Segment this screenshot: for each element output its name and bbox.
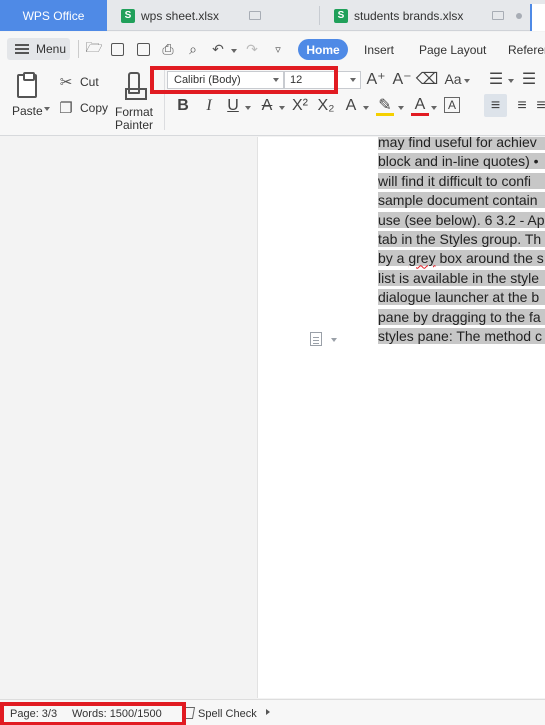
spell-check-menu-arrow-icon[interactable]	[266, 709, 270, 715]
paragraph-layout-dropdown-caret[interactable]	[331, 338, 337, 342]
export-pdf-icon[interactable]	[137, 43, 150, 56]
format-painter-label-2: Painter	[115, 118, 154, 132]
active-document-tab-edge[interactable]	[530, 4, 545, 31]
title-tab-bar: WPS Office S wps sheet.xlsx S students b…	[0, 0, 545, 31]
subscript-icon[interactable]: X₂	[316, 96, 336, 116]
format-painter-icon	[125, 72, 148, 100]
superscript-icon[interactable]: X²	[290, 96, 310, 116]
change-case-dropdown-caret[interactable]	[464, 79, 470, 83]
monitor-icon[interactable]	[492, 11, 505, 20]
document-line: sample document contain	[378, 191, 545, 210]
tab-wps-sheet[interactable]: S wps sheet.xlsx	[121, 0, 262, 31]
highlight-color-icon[interactable]: ✎	[376, 96, 394, 116]
underline-icon[interactable]: U	[224, 96, 242, 116]
cut-label: Cut	[80, 75, 99, 89]
document-line: list is available in the style	[378, 269, 545, 288]
align-center-icon[interactable]: ≡	[512, 94, 532, 117]
document-line: styles pane: The method c	[378, 327, 545, 346]
document-gutter	[0, 137, 257, 698]
copy-label: Copy	[80, 101, 109, 115]
menu-label: Menu	[36, 42, 67, 56]
undo-dropdown-caret[interactable]	[231, 49, 237, 53]
customize-toolbar-icon[interactable]: ▿	[270, 41, 286, 57]
document-line: will find it difficult to confi	[378, 172, 545, 191]
copy-button[interactable]: ❐ Copy	[58, 100, 109, 117]
text-effect-dropdown-caret[interactable]	[363, 106, 369, 110]
increase-font-size-icon[interactable]: A⁺	[366, 70, 385, 88]
italic-icon[interactable]: I	[200, 96, 218, 116]
bold-icon[interactable]: B	[174, 96, 192, 116]
align-right-icon[interactable]: ≡	[537, 94, 545, 117]
document-line: use (see below). 6 3.2 - Ap	[378, 211, 545, 230]
tab-label: wps sheet.xlsx	[141, 8, 220, 23]
spell-check-button[interactable]: Spell Check	[198, 708, 257, 720]
character-border-icon[interactable]: A	[444, 97, 460, 113]
monitor-icon[interactable]	[249, 11, 262, 20]
format-painter-button[interactable]: Format Painter	[115, 72, 153, 132]
annotation-highlight-box	[0, 702, 186, 725]
document-line: by a grey box around the s	[378, 249, 545, 268]
scissors-icon: ✂	[59, 74, 73, 91]
annotation-highlight-box	[150, 66, 338, 94]
document-line: may find useful for achiev	[378, 137, 545, 152]
font-color-icon[interactable]: A	[411, 96, 429, 116]
strikethrough-icon[interactable]: A	[258, 96, 276, 116]
numbered-list-icon[interactable]: ☰	[520, 70, 538, 88]
misspelled-word[interactable]: grey	[408, 250, 435, 266]
paragraph-layout-icon[interactable]	[310, 332, 322, 346]
strikethrough-dropdown-caret[interactable]	[279, 106, 285, 110]
spreadsheet-icon: S	[121, 8, 135, 23]
tab-page-layout[interactable]: Page Layout	[419, 43, 486, 57]
tab-label: students brands.xlsx	[354, 8, 464, 23]
clipboard-icon	[17, 72, 38, 98]
print-icon[interactable]: ⎙	[160, 41, 176, 57]
text-effect-icon[interactable]: A	[342, 96, 360, 116]
paste-button[interactable]: Paste	[12, 72, 43, 118]
document-line: block and in-line quotes) •	[378, 152, 545, 171]
ribbon: Menu 🗁 ⎙ ⌕ ↶ ↷ ▿ Home Insert Page Layout…	[0, 32, 545, 136]
clear-formatting-eraser-icon[interactable]: ⌫	[416, 70, 439, 88]
highlight-color-dropdown-caret[interactable]	[398, 106, 404, 110]
open-folder-icon[interactable]: 🗁	[85, 39, 102, 57]
tab-insert[interactable]: Insert	[364, 43, 394, 57]
tab-divider	[319, 6, 320, 25]
underline-dropdown-caret[interactable]	[245, 106, 251, 110]
font-size-dropdown-caret[interactable]	[350, 78, 356, 82]
document-line: tab in the Styles group. Th	[378, 230, 545, 249]
paste-label: Paste	[12, 104, 43, 118]
document-line: pane by dragging to the fa	[378, 308, 545, 327]
redo-icon[interactable]: ↷	[244, 41, 260, 57]
undo-icon[interactable]: ↶	[210, 41, 226, 57]
tab-students-brands[interactable]: S students brands.xlsx	[334, 0, 523, 31]
menu-button[interactable]: Menu	[7, 38, 70, 60]
align-left-icon[interactable]: ≡	[484, 94, 507, 117]
paste-dropdown-caret[interactable]	[44, 107, 50, 111]
save-icon[interactable]	[111, 43, 124, 56]
change-case-icon[interactable]: Aa	[443, 70, 463, 88]
document-line: dialogue launcher at the b	[378, 288, 545, 307]
document-text[interactable]: may find useful for achiev block and in-…	[378, 137, 545, 346]
bullet-list-icon[interactable]: ☰	[487, 70, 505, 88]
print-preview-icon[interactable]: ⌕	[185, 41, 201, 57]
tab-references[interactable]: Referer	[508, 43, 545, 57]
spreadsheet-icon: S	[334, 8, 348, 23]
tab-wps-office[interactable]: WPS Office	[0, 0, 107, 31]
decrease-font-size-icon[interactable]: A⁻	[392, 70, 411, 88]
font-color-dropdown-caret[interactable]	[431, 106, 437, 110]
tab-home[interactable]: Home	[298, 39, 348, 60]
cut-button[interactable]: ✂ Cut	[58, 74, 99, 91]
copy-icon: ❐	[59, 100, 73, 117]
status-bar: Page: 3/3 Words: 1500/1500 Spell Check	[0, 699, 545, 725]
bullet-list-dropdown-caret[interactable]	[508, 79, 514, 83]
hamburger-icon	[15, 44, 29, 54]
unsaved-dot-icon	[516, 12, 523, 19]
toolbar-divider	[78, 40, 79, 58]
document-page[interactable]: may find useful for achiev block and in-…	[257, 137, 545, 698]
